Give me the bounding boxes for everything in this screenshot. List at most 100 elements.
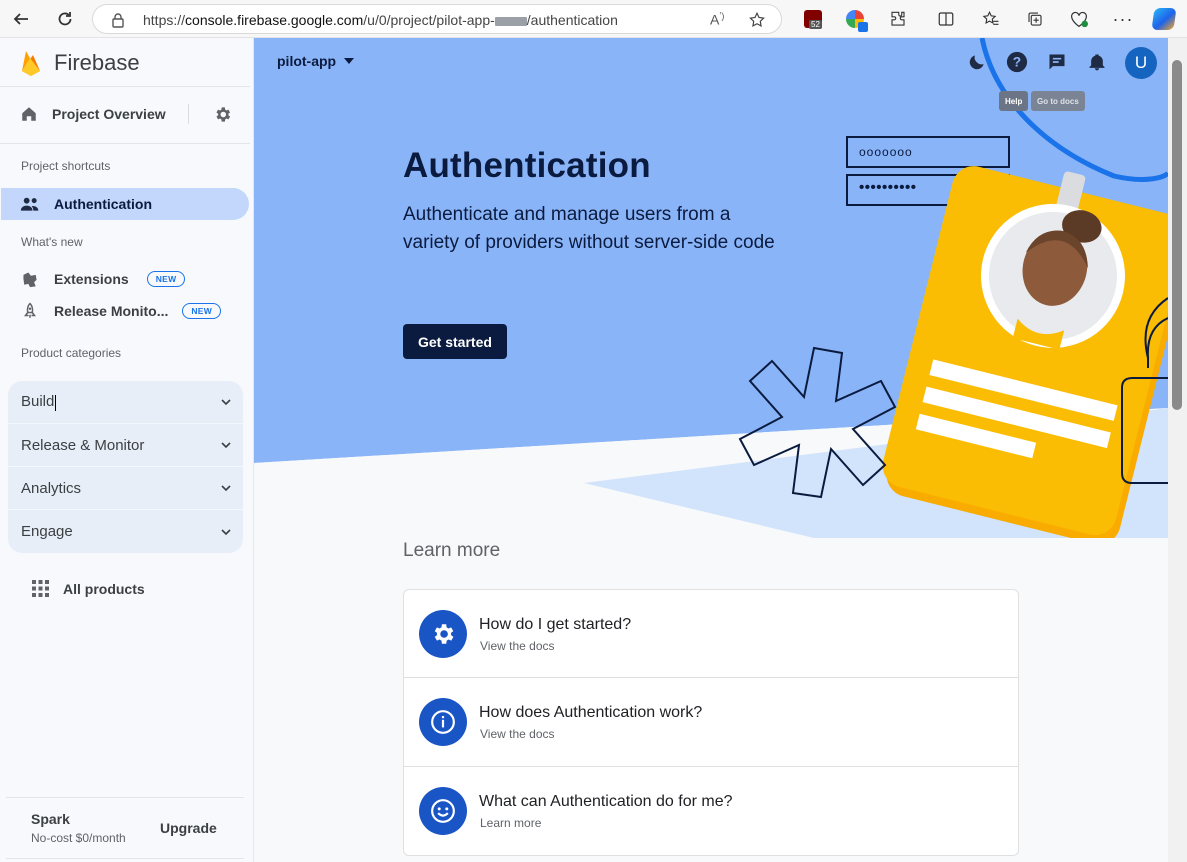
category-build[interactable]: Build <box>8 381 243 424</box>
divider <box>0 86 250 87</box>
help-icon[interactable]: ? <box>1005 50 1029 74</box>
card-subtitle: View the docs <box>480 639 555 653</box>
all-products-label: All products <box>63 580 145 597</box>
new-badge: NEW <box>182 303 222 319</box>
project-overview-label: Project Overview <box>52 106 166 122</box>
upgrade-button[interactable]: Upgrade <box>160 820 217 836</box>
project-name: pilot-app <box>277 53 337 69</box>
notifications-bell-icon[interactable] <box>1085 50 1109 74</box>
learn-card-how-it-works[interactable]: How does Authentication work? View the d… <box>403 678 1019 767</box>
release-monitoring-label: Release Monito... <box>54 303 169 319</box>
go-to-docs-tooltip: Go to docs <box>1031 91 1085 111</box>
browser-essentials-icon[interactable] <box>1067 7 1091 31</box>
hero-illustration <box>254 38 1168 538</box>
redacted-block <box>494 16 527 26</box>
project-overview-link[interactable]: Project Overview <box>20 105 166 123</box>
help-tooltip: Help <box>999 91 1029 111</box>
url-suffix: /authentication <box>526 12 618 28</box>
browser-toolbar: https://console.firebase.google.com/u/0/… <box>0 0 1187 38</box>
people-icon <box>20 197 39 211</box>
chevron-down-icon <box>221 528 231 535</box>
card-title: How do I get started? <box>479 616 632 633</box>
category-build-label: Build <box>21 393 57 411</box>
main-content: ooooooo •••••••••• pilot-app ? U Help Go… <box>254 38 1168 862</box>
get-started-button[interactable]: Get started <box>403 324 507 359</box>
apps-grid-icon <box>32 580 49 597</box>
category-release-monitor-label: Release & Monitor <box>21 436 145 454</box>
back-arrow-icon <box>13 13 28 25</box>
more-menu-icon[interactable]: ··· <box>1111 7 1135 31</box>
read-aloud-icon[interactable]: Aʼ) <box>710 11 724 28</box>
feedback-icon[interactable] <box>1045 50 1069 74</box>
favorites-icon[interactable] <box>979 7 1003 31</box>
password-field-text: •••••••••• <box>859 179 917 196</box>
category-analytics-label: Analytics <box>21 479 82 497</box>
reload-button[interactable] <box>53 7 77 31</box>
chevron-down-icon <box>221 485 231 492</box>
lock-icon <box>112 13 124 28</box>
sidebar-item-extensions[interactable]: Extensions NEW <box>20 270 186 288</box>
extension-color-icon[interactable] <box>843 7 868 32</box>
category-analytics[interactable]: Analytics <box>8 467 243 510</box>
sidebar-item-authentication-content[interactable]: Authentication <box>20 195 152 213</box>
extensions-label: Extensions <box>54 271 129 287</box>
card-title: How does Authentication work? <box>479 704 703 721</box>
url-prefix: https:// <box>143 12 186 28</box>
page-scrollbar[interactable] <box>1168 38 1187 862</box>
rocket-icon <box>24 302 36 318</box>
split-screen-icon[interactable] <box>934 7 958 31</box>
scrollbar-thumb[interactable] <box>1172 60 1182 410</box>
user-avatar[interactable]: U <box>1125 47 1157 79</box>
info-icon <box>419 698 467 746</box>
chevron-down-icon <box>221 442 231 449</box>
reload-icon <box>58 12 72 26</box>
gear-icon <box>419 610 467 658</box>
project-selector[interactable]: pilot-app <box>277 53 355 69</box>
address-bar[interactable]: https://console.firebase.google.com/u/0/… <box>92 4 782 34</box>
divider <box>0 143 250 144</box>
plan-name: Spark <box>31 811 70 827</box>
category-release-monitor[interactable]: Release & Monitor <box>8 424 243 467</box>
learn-more-title: Learn more <box>403 540 501 561</box>
firebase-logo-icon <box>22 51 40 76</box>
smile-icon <box>419 787 467 835</box>
project-shortcuts-label: Project shortcuts <box>21 159 111 173</box>
all-products-link[interactable]: All products <box>32 580 145 597</box>
vertical-divider <box>188 104 189 124</box>
extension-ublock-icon[interactable]: 52 <box>801 7 825 31</box>
card-subtitle: View the docs <box>480 727 555 741</box>
collections-icon[interactable] <box>1023 7 1047 31</box>
authentication-label: Authentication <box>54 196 152 212</box>
extension-badge: 52 <box>809 20 822 29</box>
plan-description: No-cost $0/month <box>31 831 126 845</box>
product-categories: Build Release & Monitor Analytics Engage <box>8 381 243 553</box>
favorite-star-icon[interactable] <box>748 11 766 29</box>
url-text: https://console.firebase.google.com/u/0/… <box>143 12 618 28</box>
product-categories-label: Product categories <box>21 346 122 360</box>
dark-mode-icon[interactable] <box>965 50 989 74</box>
username-field-text: ooooooo <box>859 145 913 159</box>
text-cursor <box>55 394 57 411</box>
copilot-icon[interactable] <box>1151 7 1177 31</box>
card-subtitle: Learn more <box>480 816 542 830</box>
sidebar-item-release-monitoring[interactable]: Release Monito... NEW <box>20 302 222 320</box>
category-engage[interactable]: Engage <box>8 510 243 553</box>
extensions-icon <box>23 272 37 288</box>
firebase-brand[interactable]: Firebase <box>20 48 140 78</box>
dropdown-arrow-icon <box>344 58 355 64</box>
page-subtitle: Authenticate and manage users from a var… <box>403 204 775 253</box>
chevron-down-icon <box>221 399 231 406</box>
whats-new-label: What's new <box>21 235 83 249</box>
brand-name: Firebase <box>54 50 140 75</box>
sidebar: Firebase Project Overview Project shortc… <box>0 38 254 862</box>
extensions-puzzle-icon[interactable] <box>886 7 910 31</box>
learn-card-get-started[interactable]: How do I get started? View the docs <box>403 589 1019 678</box>
settings-gear-icon[interactable] <box>213 105 232 124</box>
svg-text:?: ? <box>1013 55 1021 70</box>
page-title: Authentication <box>403 146 651 185</box>
back-button[interactable] <box>9 7 33 31</box>
new-badge: NEW <box>146 271 186 287</box>
learn-card-what-can-it-do[interactable]: What can Authentication do for me? Learn… <box>403 767 1019 856</box>
category-engage-label: Engage <box>21 523 73 540</box>
card-title: What can Authentication do for me? <box>479 793 733 810</box>
